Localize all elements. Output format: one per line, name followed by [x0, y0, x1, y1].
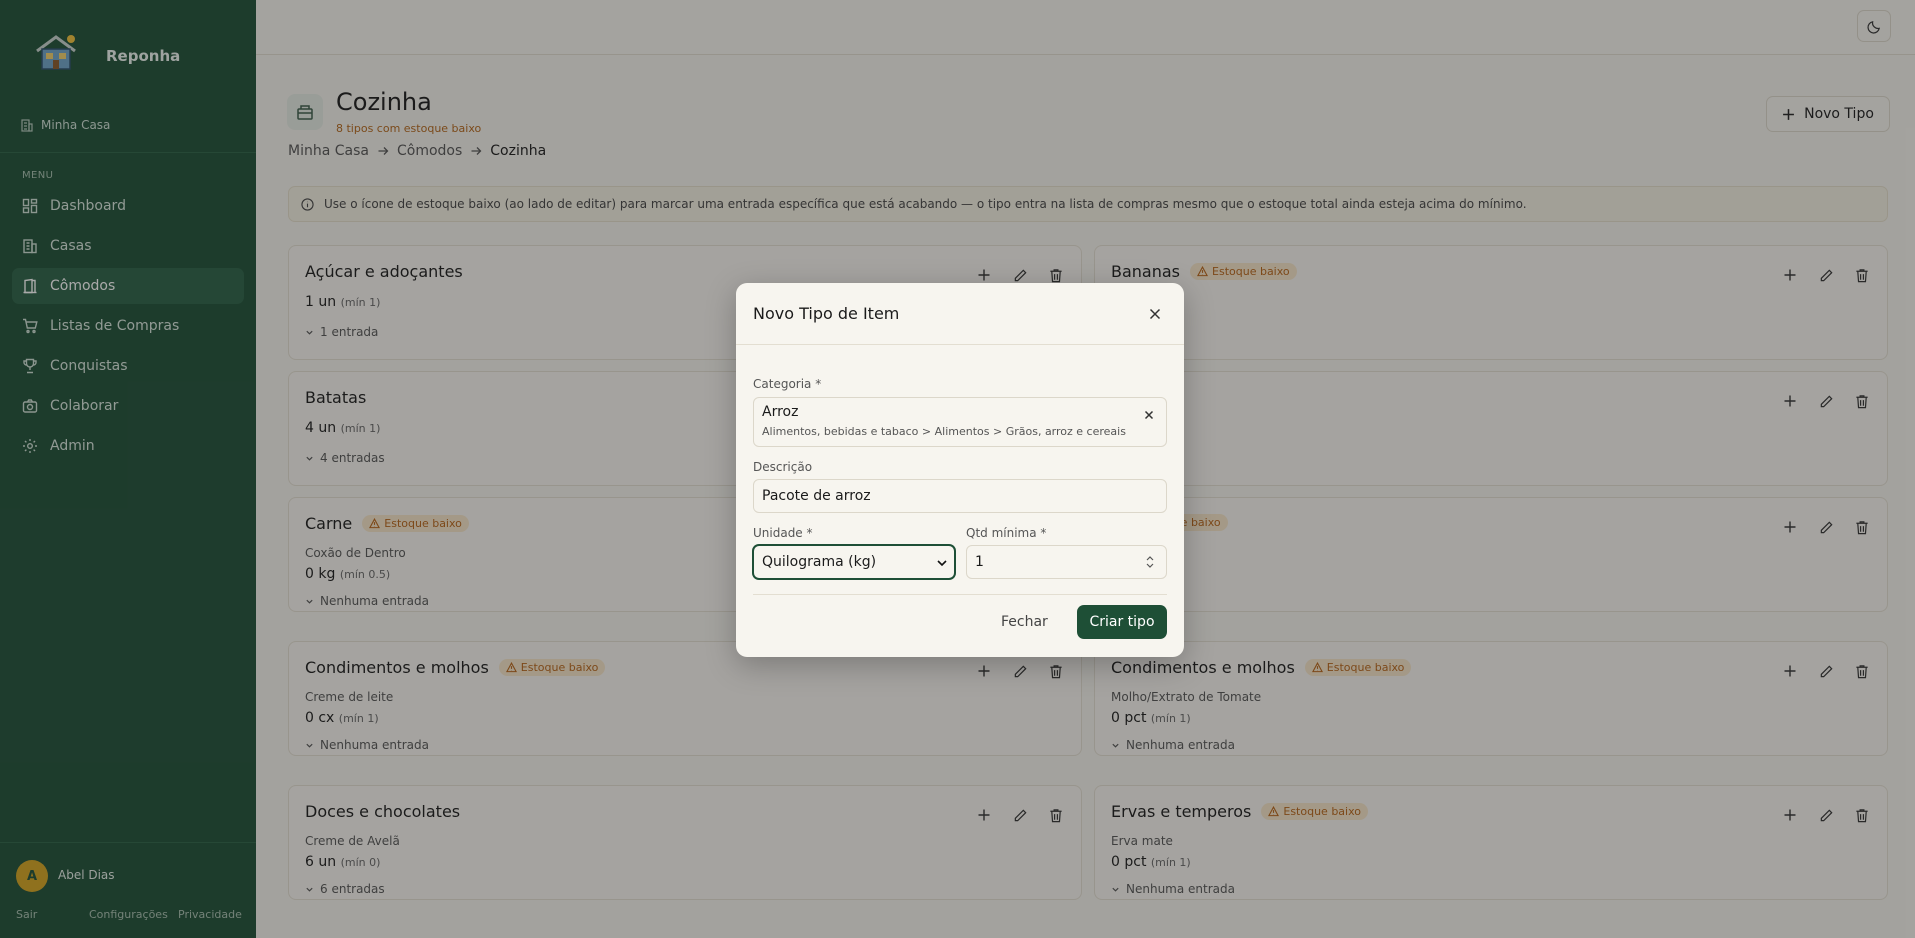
- category-label: Categoria *: [753, 377, 822, 391]
- clear-category-icon[interactable]: [1142, 408, 1156, 422]
- description-input[interactable]: Pacote de arroz: [753, 479, 1167, 513]
- unit-select[interactable]: Quilograma (kg): [753, 545, 955, 579]
- dialog-divider: [736, 344, 1184, 345]
- close-icon[interactable]: [1146, 305, 1164, 323]
- min-qty-value: 1: [975, 554, 984, 570]
- category-value: Arroz: [762, 404, 799, 420]
- description-label: Descrição: [753, 460, 813, 474]
- create-type-button[interactable]: Criar tipo: [1077, 605, 1167, 639]
- stepper-arrows-icon[interactable]: [1144, 553, 1156, 571]
- dialog-footer-divider: [753, 594, 1167, 595]
- category-field[interactable]: Arroz Alimentos, bebidas e tabaco > Alim…: [753, 397, 1167, 447]
- category-path: Alimentos, bebidas e tabaco > Alimentos …: [762, 425, 1126, 438]
- min-qty-stepper[interactable]: 1: [966, 545, 1167, 579]
- close-button[interactable]: Fechar: [1001, 605, 1048, 639]
- description-value: Pacote de arroz: [762, 488, 871, 504]
- chevron-down-icon: [936, 557, 948, 569]
- unit-value: Quilograma (kg): [762, 554, 877, 570]
- dialog-title: Novo Tipo de Item: [753, 304, 900, 323]
- new-item-type-dialog: Novo Tipo de Item Categoria * Arroz Alim…: [736, 283, 1184, 657]
- unit-label: Unidade *: [753, 526, 813, 540]
- min-qty-label: Qtd mínima *: [966, 526, 1047, 540]
